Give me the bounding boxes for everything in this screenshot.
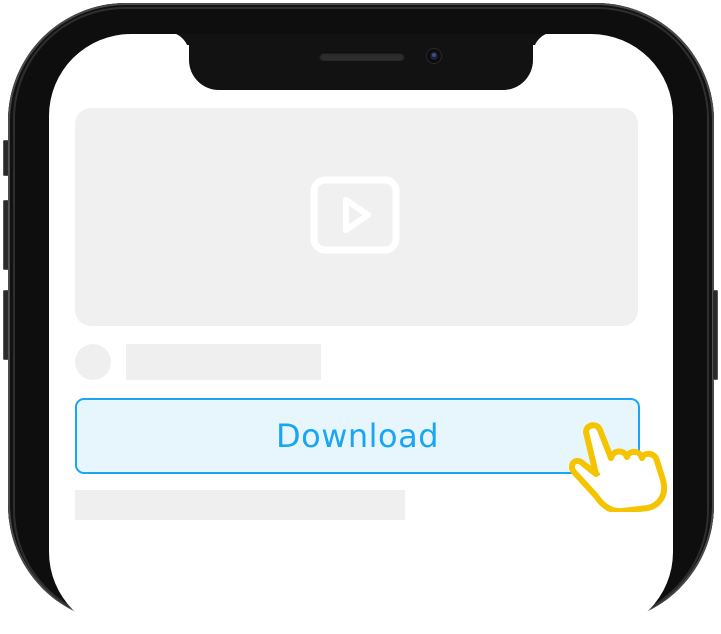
front-camera-icon [427, 49, 441, 63]
avatar [75, 344, 111, 380]
speaker-grille [319, 52, 405, 61]
play-icon[interactable] [310, 176, 400, 254]
content-placeholder [75, 490, 405, 520]
volume-down-button [3, 290, 9, 360]
notch [189, 34, 533, 90]
download-button[interactable]: Download [75, 398, 640, 474]
phone-screen: Download [49, 34, 673, 634]
video-thumbnail[interactable] [75, 108, 638, 326]
power-button [712, 290, 718, 380]
pointing-hand-icon [569, 422, 668, 512]
title-placeholder [126, 344, 321, 380]
volume-up-button [3, 200, 9, 270]
mute-switch [3, 140, 9, 176]
